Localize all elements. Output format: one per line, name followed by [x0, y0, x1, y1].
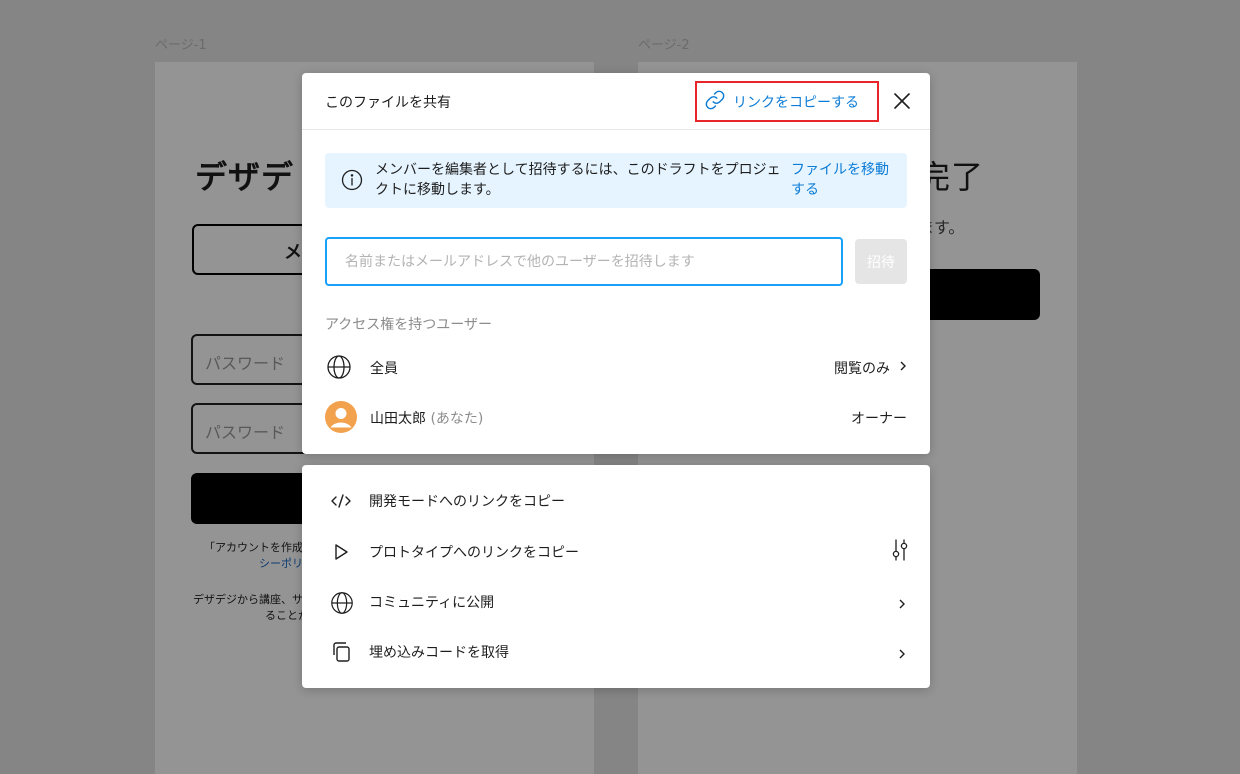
menu-item-copy-prototype-link[interactable]: プロトタイプへのリンクをコピー — [302, 526, 930, 576]
embed-icon — [329, 640, 353, 668]
settings-sliders-icon[interactable] — [889, 538, 911, 566]
user-name: 山田太郎 — [370, 411, 426, 427]
menu-item-label: コミュニティに公開 — [369, 595, 495, 611]
globe-icon — [325, 353, 353, 385]
info-banner: メンバーを編集者として招待するには、このドラフトをプロジェクトに移動します。 フ… — [325, 153, 907, 208]
access-row-name: 山田太郎 (あなた) — [370, 408, 483, 428]
dialog-title: このファイルを共有 — [325, 95, 451, 111]
menu-item-label: 埋め込みコードを取得 — [369, 645, 509, 661]
invite-input[interactable] — [325, 237, 843, 286]
menu-item-publish-community[interactable]: コミュニティに公開 — [302, 576, 930, 626]
close-icon — [892, 93, 912, 115]
chevron-right-icon — [899, 360, 907, 376]
play-icon — [329, 540, 353, 568]
globe-icon — [329, 590, 355, 620]
copy-link-button[interactable]: リンクをコピーする — [695, 81, 879, 122]
invite-button[interactable]: 招待 — [855, 239, 907, 284]
permission-label: 閲覧のみ — [834, 361, 890, 377]
screen: ページ-1 ページ-2 デザデ メ パスワード パスワード 「アカウントを作成」… — [0, 0, 1240, 774]
owner-permission-label: オーナー — [851, 411, 907, 427]
code-icon — [329, 489, 353, 517]
chevron-right-icon — [898, 645, 906, 664]
info-icon — [341, 169, 363, 195]
access-row-everyone: 全員 閲覧のみ — [325, 349, 907, 385]
permission-dropdown[interactable]: 閲覧のみ — [834, 358, 907, 378]
menu-item-copy-dev-mode-link[interactable]: 開発モードへのリンクをコピー — [302, 475, 930, 525]
access-row-owner: 山田太郎 (あなた) オーナー — [325, 399, 907, 435]
access-row-name: 全員 — [370, 361, 398, 377]
dialog-header: このファイルを共有 リンクをコピーする — [302, 73, 930, 130]
avatar — [325, 401, 357, 437]
share-options-menu: 開発モードへのリンクをコピー プロトタイプへのリンクをコピー コミュニティに公開… — [302, 465, 930, 688]
move-file-link[interactable]: ファイルを移動する — [791, 160, 891, 200]
user-you-suffix: (あなた) — [430, 411, 484, 427]
share-dialog: このファイルを共有 リンクをコピーする メンバーを編集者として招待するには、この… — [302, 73, 930, 454]
close-button[interactable] — [892, 91, 912, 111]
info-message: メンバーを編集者として招待するには、このドラフトをプロジェクトに移動します。 — [375, 162, 781, 198]
menu-item-label: 開発モードへのリンクをコピー — [369, 494, 565, 510]
access-section-label: アクセス権を持つユーザー — [325, 317, 493, 333]
menu-item-label: プロトタイプへのリンクをコピー — [369, 545, 579, 561]
menu-item-get-embed-code[interactable]: 埋め込みコードを取得 — [302, 626, 930, 676]
link-icon — [704, 89, 726, 115]
copy-link-label: リンクをコピーする — [733, 94, 859, 111]
chevron-right-icon — [898, 595, 906, 614]
